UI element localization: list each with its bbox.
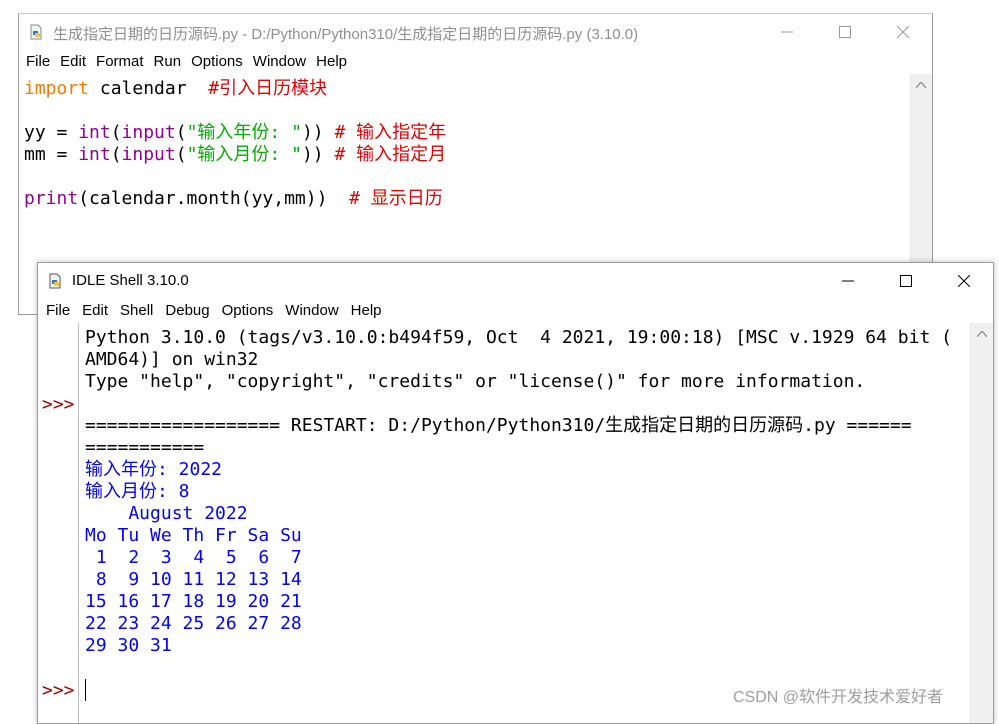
editor-titlebar[interactable]: 生成指定日期的日历源码.py - D:/Python/Python310/生成指… [19, 14, 932, 50]
calendar-week-row: 22 23 24 25 26 27 28 [85, 613, 302, 634]
menu-file[interactable]: File [40, 299, 76, 323]
python-file-icon [30, 24, 42, 40]
scroll-up-icon[interactable] [977, 331, 987, 337]
close-icon [897, 26, 909, 38]
maximize-button[interactable] [816, 14, 874, 50]
menu-window[interactable]: Window [248, 50, 311, 74]
banner-line: Python 3.10.0 (tags/v3.10.0:b494f59, Oct… [85, 327, 952, 348]
editor-title: 生成指定日期的日历源码.py - D:/Python/Python310/生成指… [53, 26, 639, 43]
calendar-week-row: 8 9 10 11 12 13 14 [85, 569, 302, 590]
editor-text-area[interactable]: import calendar #引入日历模块 yy = int(input("… [24, 78, 911, 210]
menu-file[interactable]: File [21, 50, 55, 74]
close-button[interactable] [935, 263, 993, 299]
close-button[interactable] [874, 14, 932, 50]
calendar-week-row: 1 2 3 4 5 6 7 [85, 547, 302, 568]
close-icon [958, 275, 970, 287]
minimize-icon [781, 31, 793, 33]
shell-prompt: >>> [42, 680, 75, 701]
restart-line: =========== [85, 437, 205, 458]
shell-menubar: File Edit Shell Debug Options Window Hel… [38, 299, 993, 323]
code-line-3: mm = int(input("输入月份: ")) # 输入指定月 [24, 144, 447, 165]
menu-run[interactable]: Run [149, 50, 187, 74]
calendar-weekday-header: Mo Tu We Th Fr Sa Su [85, 525, 302, 546]
scroll-up-icon[interactable] [916, 82, 926, 88]
code-line-blank-2 [24, 166, 911, 188]
menu-format[interactable]: Format [91, 50, 149, 74]
editor-menubar: File Edit Format Run Options Window Help [19, 50, 932, 74]
code-line-2: yy = int(input("输入年份: ")) # 输入指定年 [24, 122, 447, 143]
prompt-gutter: >>> >>> [38, 323, 79, 723]
shell-text-area[interactable]: Python 3.10.0 (tags/v3.10.0:b494f59, Oct… [85, 327, 967, 701]
menu-help[interactable]: Help [311, 50, 352, 74]
banner-line: AMD64)] on win32 [85, 349, 259, 370]
menu-options[interactable]: Options [216, 299, 280, 323]
maximize-icon [839, 26, 851, 38]
menu-debug[interactable]: Debug [159, 299, 215, 323]
minimize-button[interactable] [758, 14, 816, 50]
minimize-button[interactable] [819, 263, 877, 299]
menu-shell[interactable]: Shell [114, 299, 159, 323]
code-line-1: import calendar #引入日历模块 [24, 78, 328, 99]
restart-line: ================== RESTART: D:/Python/Py… [85, 415, 912, 436]
maximize-button[interactable] [877, 263, 935, 299]
menu-options[interactable]: Options [186, 50, 248, 74]
shell-window: IDLE Shell 3.10.0 File Edit Shell Debug … [37, 262, 994, 724]
calendar-month-header: August 2022 [85, 503, 248, 524]
python-file-icon [49, 273, 61, 289]
calendar-week-row: 15 16 17 18 19 20 21 [85, 591, 302, 612]
code-line-4: print(calendar.month(yy,mm)) # 显示日历 [24, 188, 443, 209]
shell-title: IDLE Shell 3.10.0 [72, 272, 189, 289]
maximize-icon [900, 275, 912, 287]
shell-scrollbar[interactable] [970, 323, 993, 723]
menu-help[interactable]: Help [345, 299, 388, 323]
menu-edit[interactable]: Edit [55, 50, 91, 74]
calendar-week-row: 29 30 31 [85, 635, 172, 656]
banner-line: Type "help", "copyright", "credits" or "… [85, 371, 866, 392]
shell-titlebar[interactable]: IDLE Shell 3.10.0 [38, 263, 993, 299]
output-line: 输入月份: 8 [85, 481, 190, 502]
watermark: CSDN @软件开发技术爱好者 [733, 689, 944, 706]
minimize-icon [842, 280, 854, 282]
shell-prompt: >>> [42, 394, 75, 415]
menu-edit[interactable]: Edit [76, 299, 114, 323]
menu-window[interactable]: Window [279, 299, 344, 323]
text-cursor [85, 679, 86, 701]
output-line: 输入年份: 2022 [85, 459, 223, 480]
